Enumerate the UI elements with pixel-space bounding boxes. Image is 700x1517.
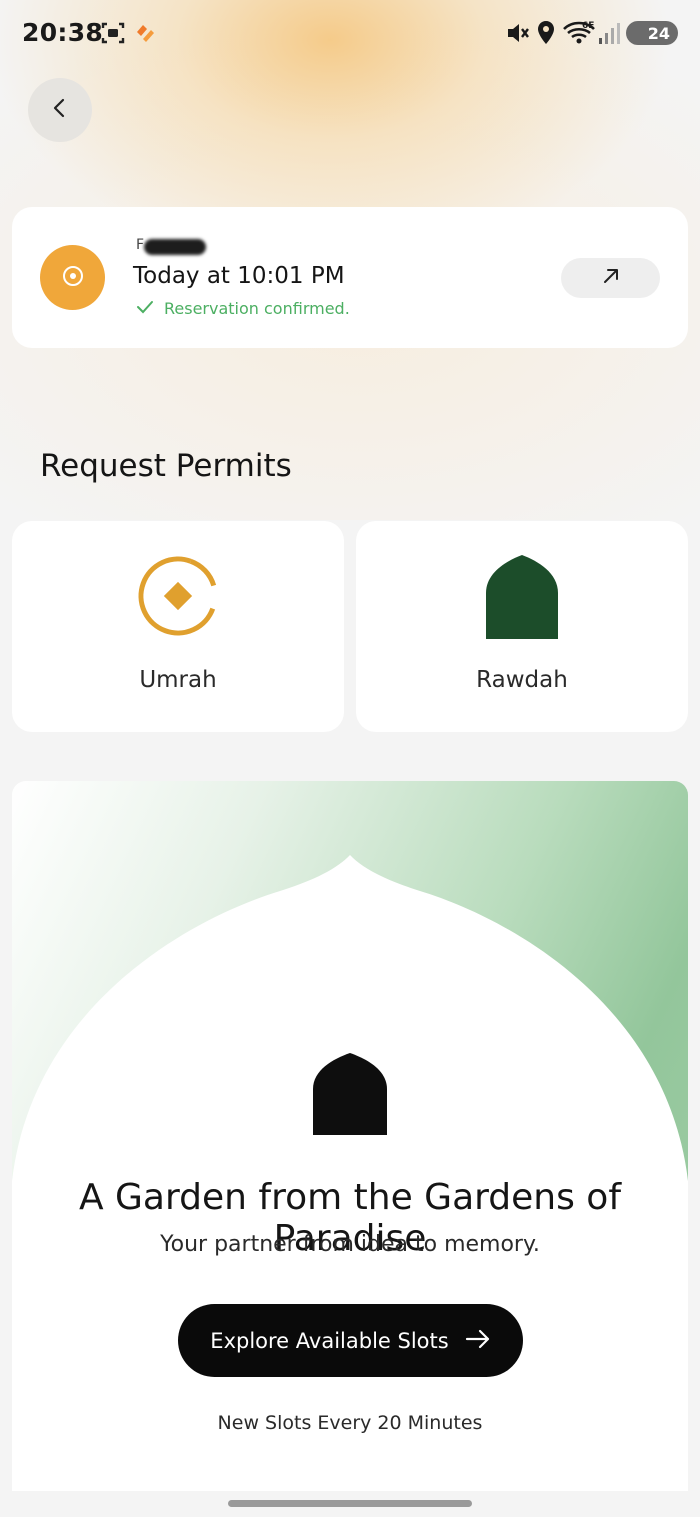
open-booking-button[interactable] [561, 258, 660, 298]
confirmation-row: Reservation confirmed. [136, 299, 350, 318]
redacted-name-mark [144, 239, 206, 255]
wifi-icon: 6E [562, 20, 596, 50]
booking-name: F [136, 237, 145, 253]
app-logo-icon [133, 20, 157, 48]
status-bar: 20:38 6E 24 [0, 0, 700, 66]
arrow-up-right-icon [600, 265, 622, 291]
rawdah-dome-icon [484, 555, 560, 643]
arrow-right-icon [465, 1329, 491, 1353]
section-title-request-permits: Request Permits [40, 448, 292, 484]
home-indicator[interactable] [228, 1500, 472, 1507]
location-icon [536, 20, 556, 50]
permit-label-rawdah: Rawdah [476, 667, 568, 693]
booking-logo [40, 245, 105, 310]
umrah-icon [137, 555, 219, 641]
permit-label-umrah: Umrah [139, 667, 217, 693]
svg-text:6E: 6E [582, 21, 594, 31]
slots-frequency-note: New Slots Every 20 Minutes [217, 1412, 483, 1434]
back-button[interactable] [28, 78, 92, 142]
permit-card-rawdah[interactable]: Rawdah [356, 521, 688, 732]
status-time: 20:38 [22, 18, 104, 47]
explore-slots-button[interactable]: Explore Available Slots [178, 1304, 523, 1377]
battery-icon: 24 [626, 21, 678, 45]
target-icon [61, 264, 85, 292]
checkmark-icon [136, 299, 154, 318]
screenshot-icon [100, 20, 126, 50]
explore-slots-label: Explore Available Slots [210, 1328, 449, 1353]
mute-icon [505, 20, 531, 50]
permit-card-umrah[interactable]: Umrah [12, 521, 344, 732]
booking-card[interactable]: F Today at 10:01 PM Reservation confirme… [12, 207, 688, 348]
booking-time: Today at 10:01 PM [133, 263, 345, 289]
battery-level: 24 [647, 23, 670, 43]
promo-subtitle: Your partner from idea to memory. [160, 1232, 540, 1257]
signal-icon [598, 20, 622, 50]
mosque-dome-icon [313, 1053, 387, 1139]
chevron-left-icon [50, 97, 70, 123]
confirmation-status: Reservation confirmed. [164, 299, 350, 318]
